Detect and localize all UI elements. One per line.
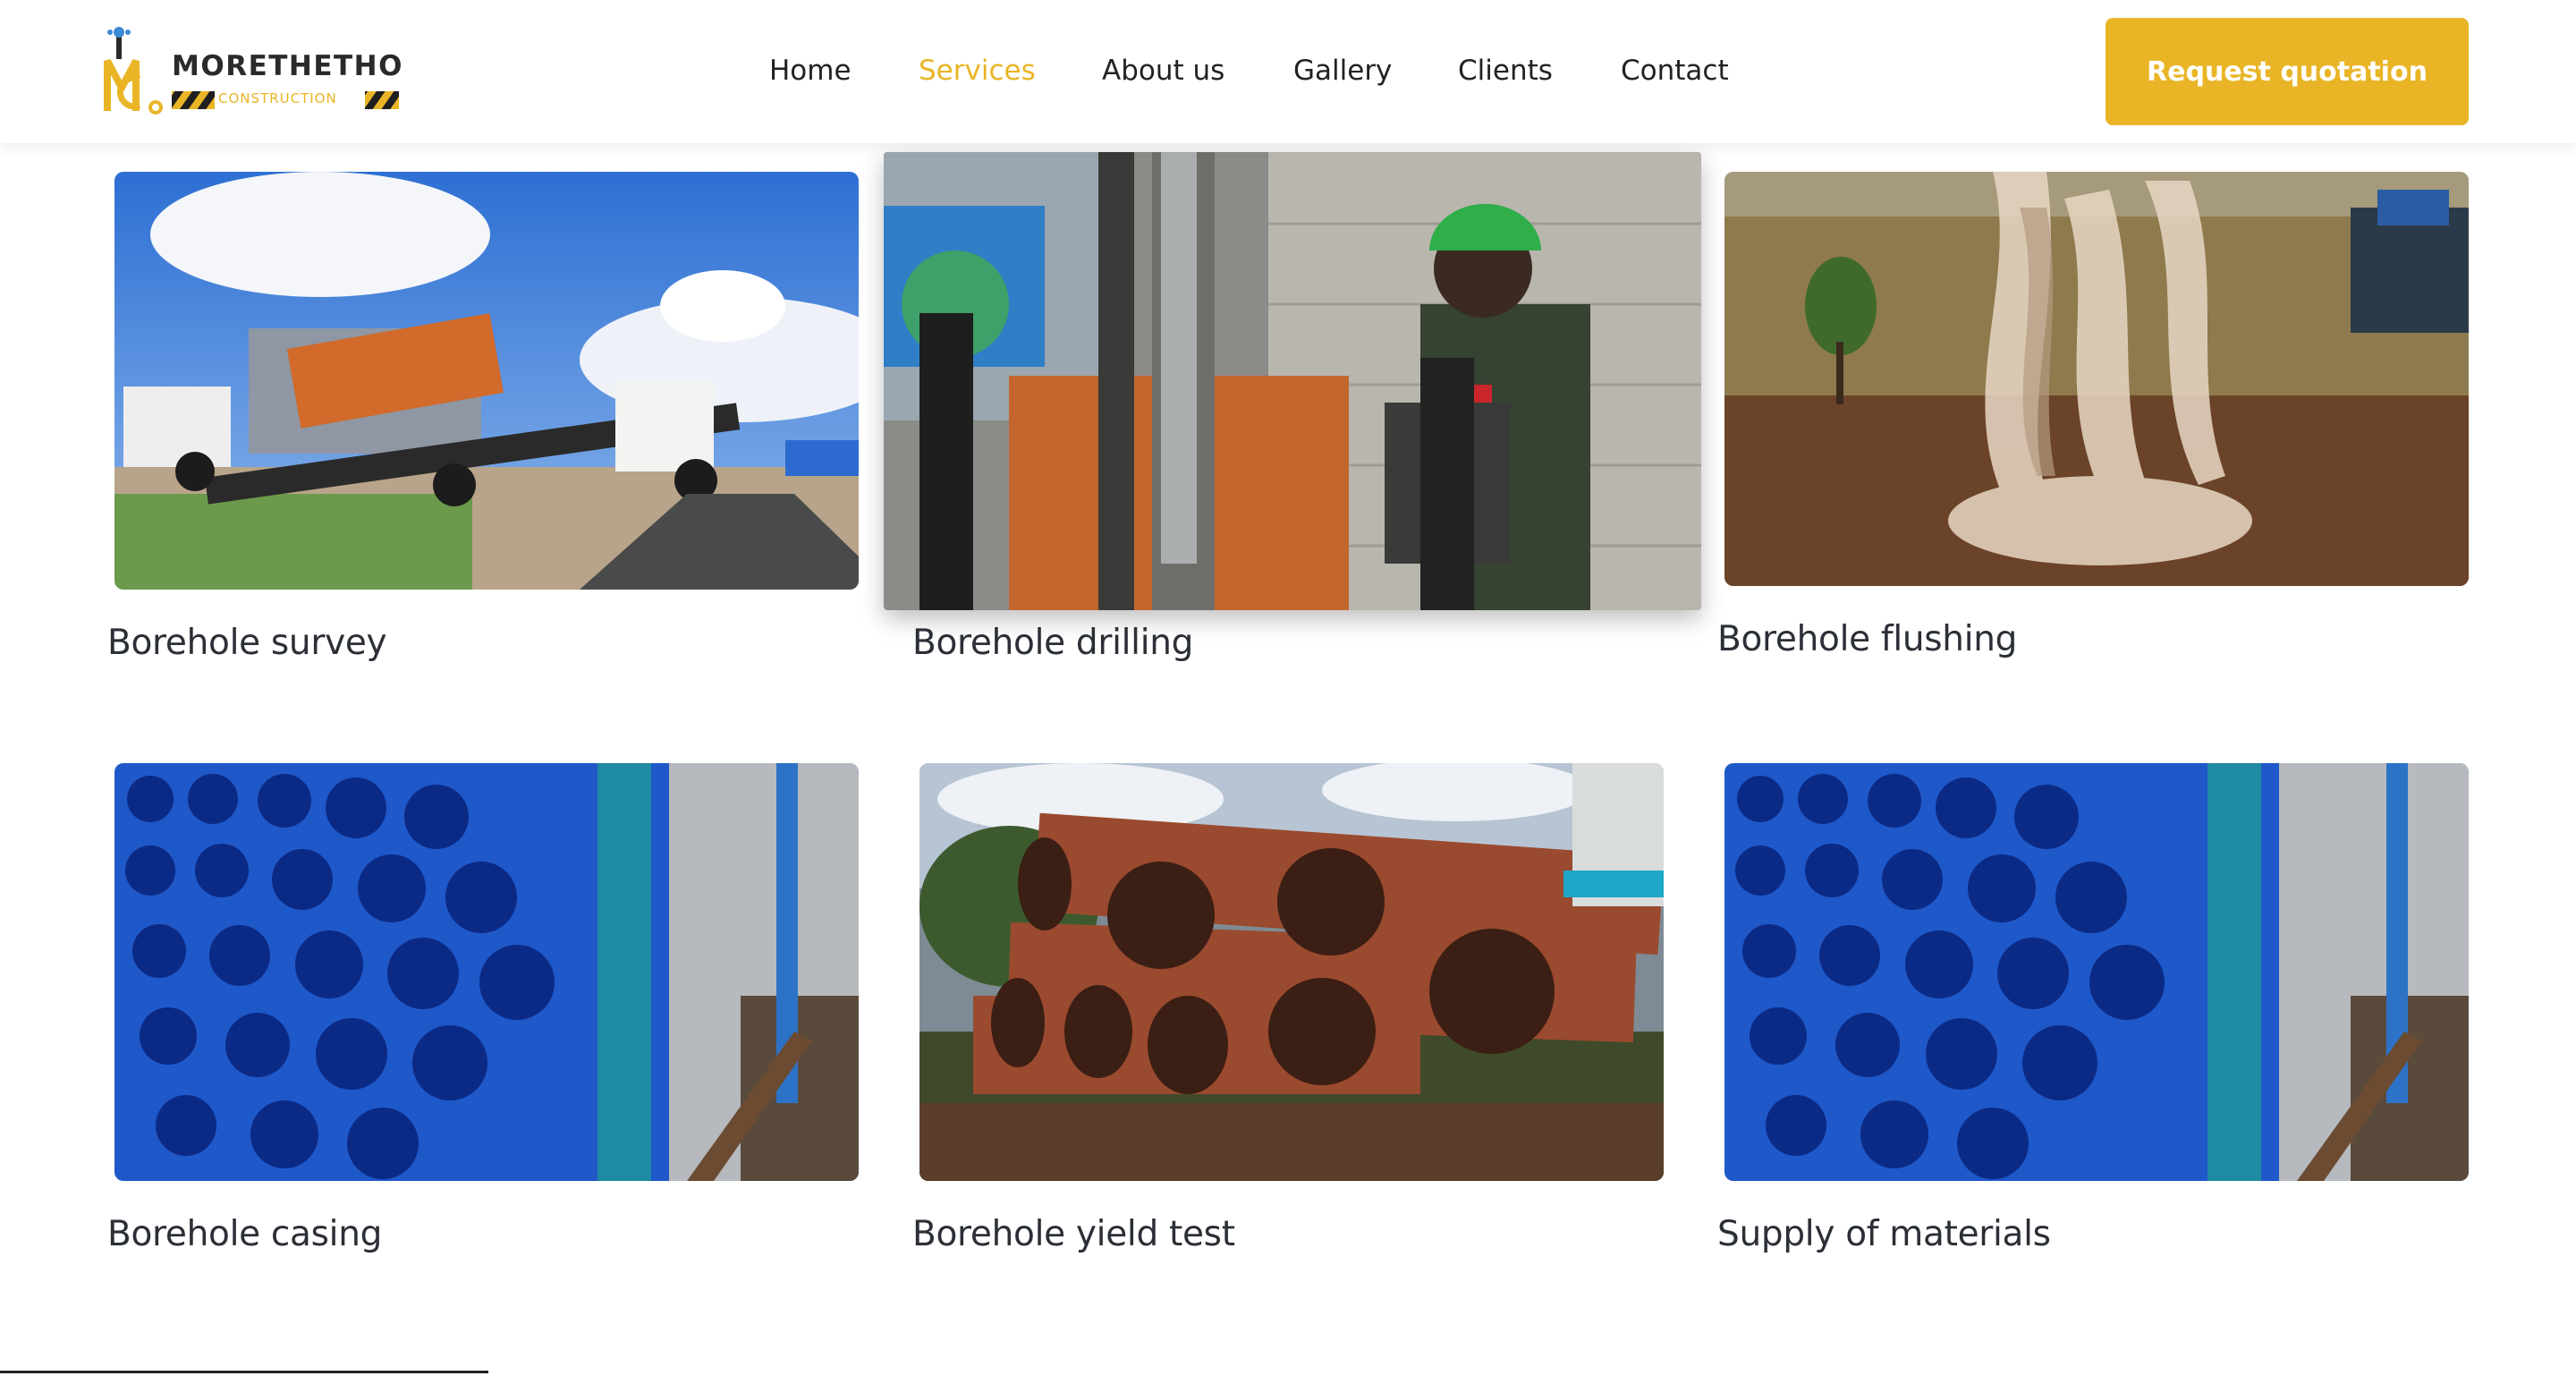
drilling-truck-photo xyxy=(114,172,859,590)
nav-about-us[interactable]: About us xyxy=(1102,48,1224,93)
service-card-yield-test[interactable]: Borehole yield test xyxy=(912,763,1664,1264)
service-title: Borehole flushing xyxy=(1717,619,2018,659)
service-title: Borehole yield test xyxy=(912,1214,1235,1254)
brand-tagline-row: CONSTRUCTION xyxy=(172,89,399,111)
brand-tagline: CONSTRUCTION xyxy=(218,90,337,106)
nav-home[interactable]: Home xyxy=(769,48,852,93)
rusty-steel-pipes-photo xyxy=(919,763,1664,1181)
service-title: Supply of materials xyxy=(1717,1214,2051,1254)
request-quotation-button[interactable]: Request quotation xyxy=(2106,18,2469,125)
logo-mark-icon xyxy=(104,27,163,115)
service-card-casing[interactable]: Borehole casing xyxy=(107,763,859,1264)
blue-pvc-pipes-photo xyxy=(114,763,859,1181)
service-card-flushing[interactable]: Borehole flushing xyxy=(1717,172,2469,673)
nav-gallery[interactable]: Gallery xyxy=(1293,48,1392,93)
service-title: Borehole drilling xyxy=(912,623,1194,663)
service-card-drilling[interactable]: Borehole drilling xyxy=(884,152,1701,673)
hazard-stripe-right xyxy=(365,91,399,109)
brand-name: MORETHETHO xyxy=(172,50,403,82)
hazard-stripe-left xyxy=(172,91,215,109)
service-title: Borehole survey xyxy=(107,623,387,663)
service-card-supply[interactable]: Supply of materials xyxy=(1717,763,2469,1264)
nav-contact[interactable]: Contact xyxy=(1621,48,1729,93)
blue-pvc-pipes-photo xyxy=(1724,763,2469,1181)
drilling-worker-photo xyxy=(884,152,1701,610)
brand-logo[interactable]: MORETHETHO CONSTRUCTION xyxy=(104,25,402,118)
site-header: MORETHETHO CONSTRUCTION Home Services Ab… xyxy=(0,0,2576,143)
nav-services[interactable]: Services xyxy=(919,48,1036,93)
nav-clients[interactable]: Clients xyxy=(1458,48,1553,93)
service-card-survey[interactable]: Borehole survey xyxy=(107,172,859,673)
service-title: Borehole casing xyxy=(107,1214,383,1254)
bottom-divider xyxy=(0,1371,488,1373)
water-flushing-photo xyxy=(1724,172,2469,586)
